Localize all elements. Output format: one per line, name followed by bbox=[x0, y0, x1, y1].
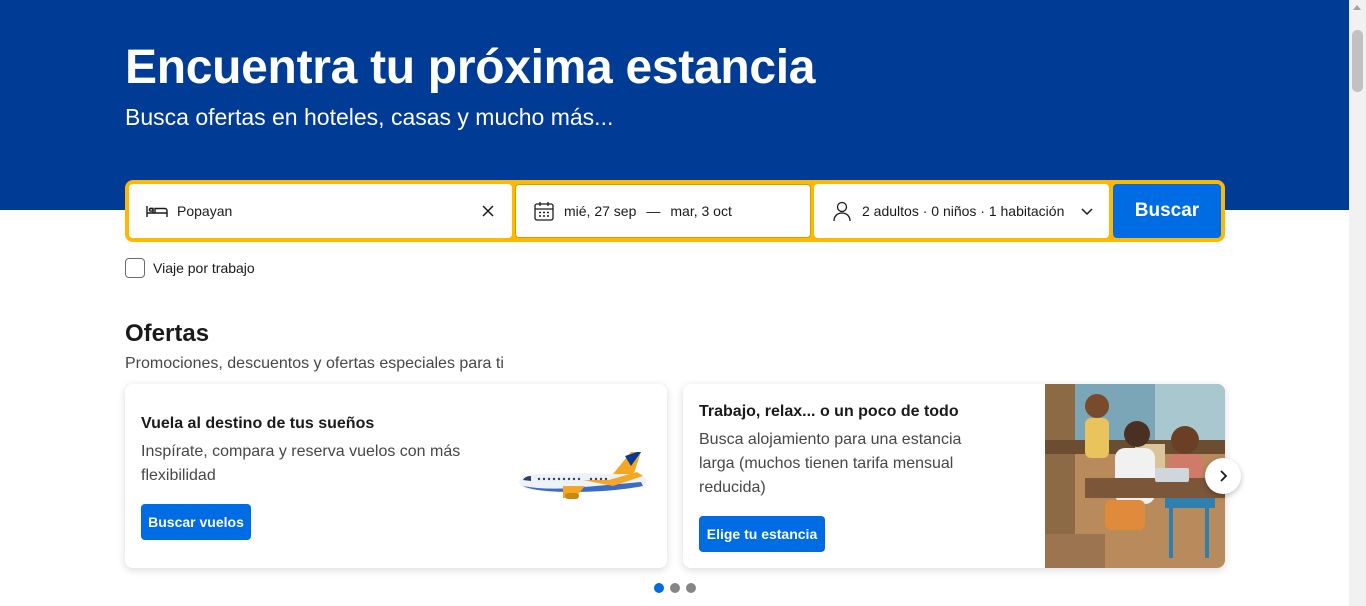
offer-card-title: Vuela al destino de tus sueños bbox=[141, 415, 375, 432]
scroll-up-arrow-icon[interactable] bbox=[1353, 5, 1361, 10]
offer-card-description: Busca alojamiento para una estancia larg… bbox=[699, 431, 962, 496]
business-trip-option[interactable]: Viaje por trabajo bbox=[125, 258, 255, 278]
scrollbar-thumb[interactable] bbox=[1352, 30, 1363, 92]
occupancy-field[interactable]: 2 adultos · 0 niños · 1 habitación bbox=[814, 184, 1109, 238]
page-subtitle: Busca ofertas en hoteles, casas y mucho … bbox=[125, 104, 614, 130]
dates-field[interactable]: mié, 27 sep — mar, 3 oct bbox=[515, 184, 811, 238]
destination-field[interactable]: Popayan bbox=[129, 184, 512, 238]
hero-banner: Encuentra tu próxima estancia Busca ofer… bbox=[0, 0, 1349, 210]
search-flights-button[interactable]: Buscar vuelos bbox=[141, 504, 251, 540]
person-icon bbox=[830, 199, 854, 223]
page-title: Encuentra tu próxima estancia bbox=[125, 41, 816, 94]
date-separator: — bbox=[646, 203, 661, 219]
carousel-dot[interactable] bbox=[686, 583, 696, 593]
carousel-next-button[interactable] bbox=[1205, 458, 1241, 494]
checkin-date[interactable]: mié, 27 sep bbox=[564, 203, 636, 219]
carousel-dot[interactable] bbox=[654, 583, 664, 593]
carousel-pagination bbox=[654, 583, 696, 593]
calendar-icon bbox=[532, 199, 556, 223]
offer-card-description: Inspírate, compara y reserva vuelos con … bbox=[141, 443, 461, 484]
people-working-photo bbox=[1045, 384, 1225, 568]
vertical-scrollbar[interactable] bbox=[1349, 0, 1366, 606]
occupancy-value[interactable]: 2 adultos · 0 niños · 1 habitación bbox=[862, 203, 1064, 219]
destination-value[interactable]: Popayan bbox=[177, 203, 232, 219]
chevron-down-icon[interactable] bbox=[1079, 203, 1095, 219]
checkout-date[interactable]: mar, 3 oct bbox=[670, 203, 731, 219]
business-trip-label[interactable]: Viaje por trabajo bbox=[153, 260, 255, 276]
offer-card-title: Trabajo, relax... o un poco de todo bbox=[699, 403, 959, 420]
offer-card-long-stays: Trabajo, relax... o un poco de todo Busc… bbox=[683, 384, 1225, 568]
offer-card-flights: Vuela al destino de tus sueños Inspírate… bbox=[125, 384, 667, 568]
search-button[interactable]: Buscar bbox=[1113, 184, 1221, 238]
choose-stay-button[interactable]: Elige tu estancia bbox=[699, 516, 825, 552]
offers-subtitle: Promociones, descuentos y ofertas especi… bbox=[125, 355, 504, 372]
offers-title: Ofertas bbox=[125, 320, 210, 347]
search-bar: Popayan mié, 27 sep — mar, 3 oct 2 adult… bbox=[125, 180, 1225, 242]
clear-icon[interactable] bbox=[478, 201, 498, 221]
bed-icon bbox=[145, 199, 169, 223]
business-trip-checkbox[interactable] bbox=[125, 258, 145, 278]
chevron-right-icon bbox=[1220, 470, 1228, 482]
carousel-dot[interactable] bbox=[670, 583, 680, 593]
airplane-illustration bbox=[519, 452, 647, 499]
